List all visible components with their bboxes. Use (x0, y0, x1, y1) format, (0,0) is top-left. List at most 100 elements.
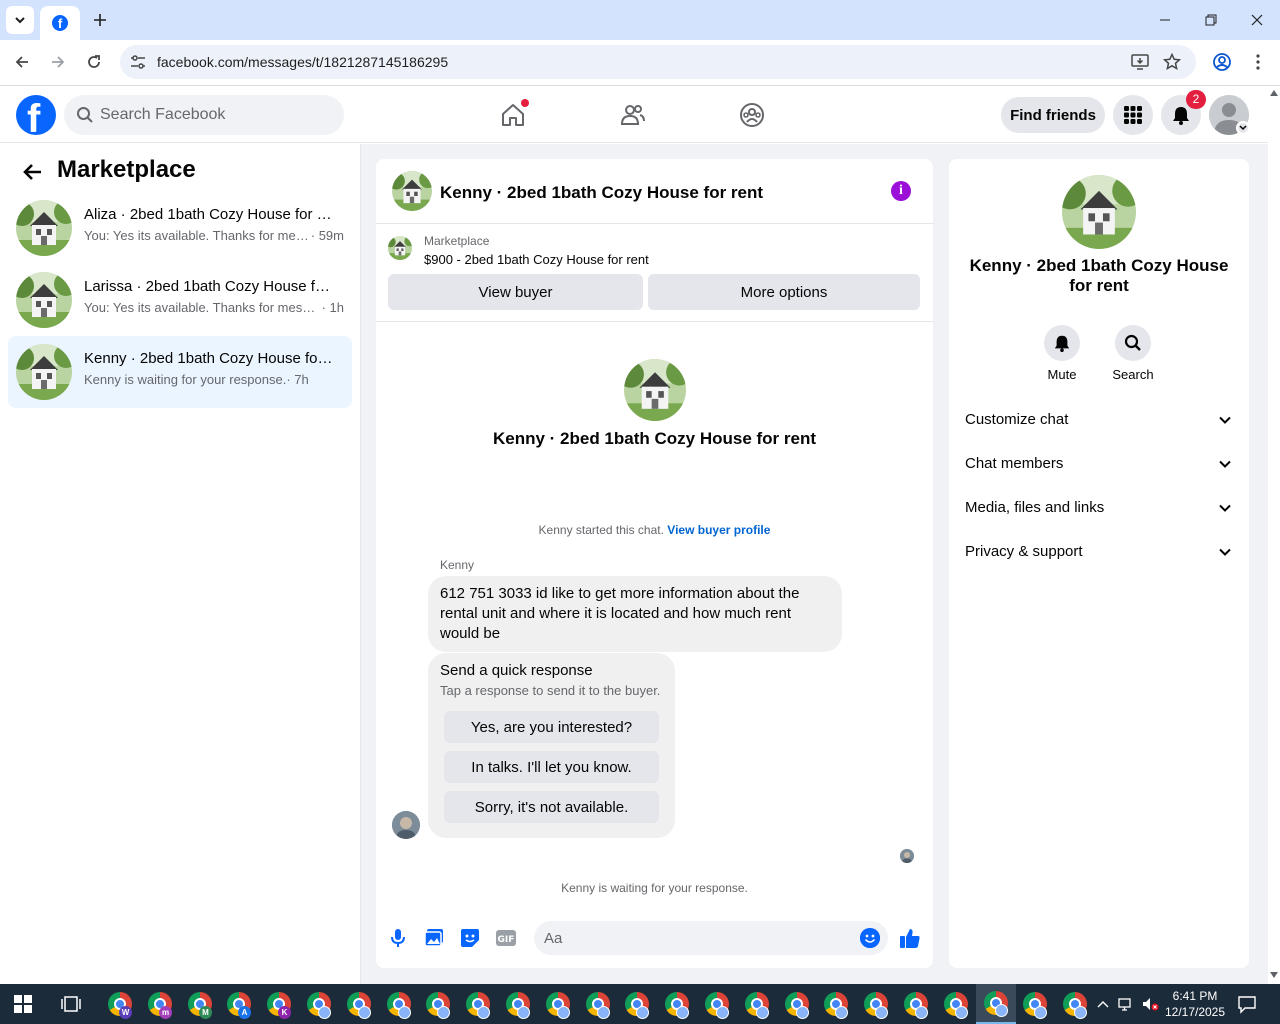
taskbar-chrome-window[interactable] (538, 984, 578, 1024)
taskbar-chrome-window[interactable] (299, 984, 339, 1024)
address-bar[interactable]: facebook.com/messages/t/1821287145186295 (120, 45, 1196, 79)
bookmark-star-icon[interactable] (1162, 52, 1182, 72)
scroll-down-arrow-icon[interactable] (1270, 972, 1278, 978)
tab-search-button[interactable] (6, 6, 34, 34)
close-window-button[interactable] (1234, 6, 1280, 34)
view-buyer-profile-link[interactable]: View buyer profile (667, 523, 770, 537)
back-to-chats-button[interactable] (18, 158, 46, 186)
chat-members-section[interactable]: Chat members (957, 444, 1241, 484)
quick-response-title: Send a quick response (440, 662, 593, 679)
browser-menu-button[interactable] (1244, 48, 1272, 76)
chevron-down-icon (15, 17, 25, 24)
send-like-button[interactable] (898, 926, 922, 950)
gif-button[interactable]: GIF (494, 926, 518, 950)
voice-clip-button[interactable] (386, 926, 410, 950)
sticker-button[interactable] (458, 926, 482, 950)
restore-button[interactable] (1188, 6, 1234, 34)
taskbar-chrome-window[interactable] (1015, 984, 1055, 1024)
info-icon[interactable]: i (891, 181, 911, 201)
taskbar-chrome-window[interactable] (458, 984, 498, 1024)
preview-text: Kenny is waiting for your response. (84, 372, 287, 387)
taskbar-chrome-window[interactable]: K (259, 984, 299, 1024)
taskbar-chrome-window[interactable] (976, 984, 1016, 1024)
listing-thumbnail (16, 344, 72, 400)
taskbar-chrome-window[interactable] (856, 984, 896, 1024)
chat-thumbnail[interactable] (392, 171, 432, 211)
taskbar-chrome-window[interactable] (498, 984, 538, 1024)
taskbar-clock[interactable]: 6:41 PM 12/17/2025 (1160, 988, 1230, 1020)
search-action[interactable]: Search (1103, 325, 1163, 382)
conversation-item-active[interactable]: Kenny · 2bed 1bath Cozy House for rent K… (8, 336, 352, 408)
reload-button[interactable] (80, 48, 108, 76)
listing-thumbnail (388, 236, 412, 260)
minimize-button[interactable] (1142, 6, 1188, 34)
search-input[interactable] (100, 95, 336, 135)
conversation-item[interactable]: Larissa · 2bed 1bath Cozy House for rent… (8, 264, 352, 336)
back-button[interactable] (8, 48, 36, 76)
task-view-icon[interactable] (60, 994, 82, 1014)
mute-button[interactable] (1044, 325, 1080, 361)
profile-button[interactable] (1208, 48, 1236, 76)
taskbar-chrome-window[interactable]: A (219, 984, 259, 1024)
customize-chat-section[interactable]: Customize chat (957, 400, 1241, 440)
profile-badge-icon (955, 1006, 968, 1019)
more-options-button[interactable]: More options (648, 274, 920, 310)
network-tray-icon[interactable] (1116, 994, 1136, 1014)
volume-tray-icon[interactable] (1140, 994, 1160, 1014)
taskbar-chrome-window[interactable]: m (140, 984, 180, 1024)
reload-icon (88, 55, 100, 68)
conversation-item[interactable]: Aliza · 2bed 1bath Cozy House for rent Y… (8, 192, 352, 264)
forward-button[interactable] (44, 48, 72, 76)
message-input[interactable] (544, 921, 844, 955)
taskbar-chrome-window[interactable] (578, 984, 618, 1024)
quick-response-button[interactable]: Sorry, it's not available. (444, 791, 659, 823)
install-app-icon[interactable] (1130, 52, 1150, 72)
new-tab-button[interactable] (88, 8, 112, 32)
account-chevron[interactable] (1236, 121, 1250, 135)
nav-friends[interactable] (613, 95, 653, 135)
taskbar-chrome-window[interactable] (657, 984, 697, 1024)
site-settings-icon[interactable] (128, 52, 148, 72)
taskbar-chrome-window[interactable] (418, 984, 458, 1024)
facebook-logo[interactable]: f (16, 95, 56, 135)
media-files-links-section[interactable]: Media, files and links (957, 488, 1241, 528)
show-hidden-icons-button[interactable] (1094, 994, 1112, 1014)
taskbar-chrome-window[interactable]: M (180, 984, 220, 1024)
emoji-icon[interactable] (860, 928, 880, 948)
taskbar-chrome-window[interactable]: W (100, 984, 140, 1024)
quick-response-button[interactable]: In talks. I'll let you know. (444, 751, 659, 783)
browser-tab-bar: f (0, 0, 1280, 40)
buyer-avatar[interactable] (392, 811, 420, 839)
mute-action[interactable]: Mute (1032, 325, 1092, 382)
taskbar-chrome-window[interactable] (816, 984, 856, 1024)
facebook-search[interactable] (64, 95, 344, 135)
taskbar-chrome-window[interactable] (896, 984, 936, 1024)
arrow-left-icon (15, 56, 28, 68)
windows-start-button[interactable] (14, 995, 32, 1013)
search-in-chat-button[interactable] (1115, 325, 1151, 361)
menu-button[interactable] (1113, 95, 1153, 135)
find-friends-button[interactable]: Find friends (1001, 97, 1105, 133)
nav-home[interactable] (493, 95, 533, 135)
message-composer[interactable] (534, 921, 888, 955)
notification-center-icon[interactable] (1237, 994, 1257, 1014)
taskbar-chrome-window[interactable] (1055, 984, 1095, 1024)
taskbar-chrome-window[interactable] (379, 984, 419, 1024)
taskbar-chrome-window[interactable] (936, 984, 976, 1024)
chat-title[interactable]: Kenny · 2bed 1bath Cozy House for rent (440, 183, 763, 203)
scroll-up-arrow-icon[interactable] (1270, 90, 1278, 96)
taskbar-chrome-window[interactable] (737, 984, 777, 1024)
page-scrollbar[interactable] (1268, 87, 1280, 984)
listing-price-title[interactable]: $900 - 2bed 1bath Cozy House for rent (424, 252, 649, 267)
taskbar-chrome-window[interactable] (697, 984, 737, 1024)
taskbar-chrome-window[interactable] (617, 984, 657, 1024)
view-buyer-button[interactable]: View buyer (388, 274, 643, 310)
quick-response-button[interactable]: Yes, are you interested? (444, 711, 659, 743)
attach-photo-button[interactable] (422, 926, 446, 950)
arrow-left-icon (23, 164, 41, 180)
nav-groups[interactable] (732, 95, 772, 135)
taskbar-chrome-window[interactable] (339, 984, 379, 1024)
taskbar-chrome-window[interactable] (777, 984, 817, 1024)
privacy-support-section[interactable]: Privacy & support (957, 532, 1241, 572)
browser-tab-facebook[interactable]: f (40, 6, 80, 40)
